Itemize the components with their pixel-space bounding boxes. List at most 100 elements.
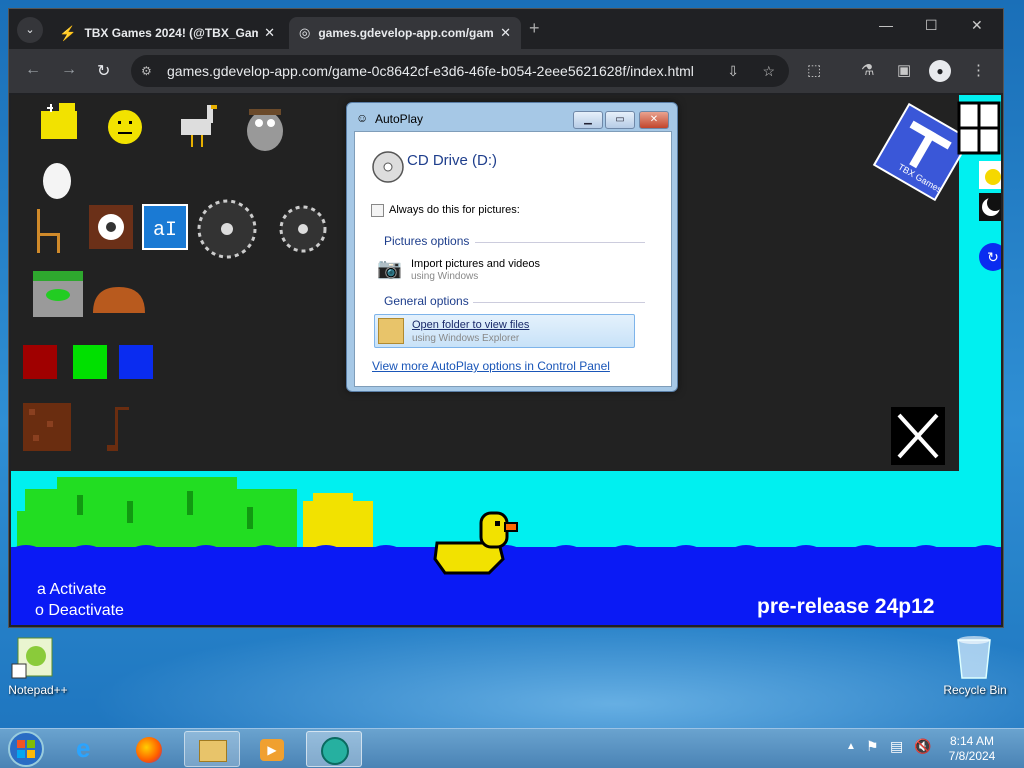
new-tab-button[interactable]: + [529, 18, 540, 39]
dialog-body: CD Drive (D:) Always do this for picture… [354, 131, 672, 387]
firefox-icon [136, 737, 162, 763]
notepad-plus-plus-label: Notepad++ [8, 683, 68, 697]
green-swatch[interactable] [73, 345, 107, 379]
install-app-icon[interactable]: ⇩ [727, 55, 739, 87]
egg-sprite[interactable] [43, 163, 71, 199]
recycle-bin-icon [957, 636, 991, 679]
activate-hint: a Activate [37, 581, 107, 598]
media-player-taskbar[interactable]: ▶ [244, 731, 300, 767]
maximize-button[interactable]: ☐ [925, 17, 938, 34]
dialog-minimize-button[interactable]: ▁ [573, 111, 603, 129]
tab-tbx-games[interactable]: ⚡ TBX Games 2024! (@TBX_Gam ✕ [49, 17, 285, 49]
always-checkbox[interactable] [371, 204, 384, 217]
close-window-button[interactable]: ✕ [971, 17, 983, 34]
site-info-icon[interactable]: ⚙ [141, 55, 152, 87]
right-toolbar: ↻ [957, 101, 1001, 271]
bread-sprite[interactable] [93, 287, 145, 313]
import-option[interactable]: 📷 Import pictures and videos using Windo… [373, 256, 663, 286]
explorer-taskbar[interactable] [184, 731, 240, 767]
text-tool-label: aI [153, 219, 177, 242]
profile-avatar[interactable]: ● [929, 60, 951, 82]
camera-icon: 📷 [377, 258, 402, 280]
internet-explorer-icon: e [76, 733, 91, 763]
tab-title: TBX Games 2024! (@TBX_Gam [84, 26, 259, 40]
music-note-sprite[interactable] [107, 407, 129, 451]
browser-toolbar: ← → ↻ ⚙ games.gdevelop-app.com/game-0c86… [9, 49, 1003, 93]
menu-kebab-icon[interactable]: ⋮ [971, 61, 986, 79]
trash-bin-sprite[interactable] [33, 271, 83, 317]
close-tab-icon[interactable]: ✕ [264, 25, 275, 41]
close-game-icon[interactable] [891, 407, 945, 465]
red-swatch[interactable] [23, 345, 57, 379]
bolt-icon: ⚡ [59, 24, 77, 41]
autoplay-icon: ☺ [356, 111, 369, 125]
action-center-flag-icon[interactable]: ⚑ [866, 738, 879, 755]
open-folder-label: Open folder to view files [412, 319, 530, 331]
general-section-label: General options [384, 294, 469, 308]
chrome-icon [321, 737, 349, 765]
reload-icon[interactable]: ↻ [97, 61, 110, 81]
owl-sprite[interactable] [247, 109, 283, 151]
import-sub-label: using Windows [411, 271, 479, 282]
globe-icon: ◎ [299, 25, 311, 40]
forward-icon[interactable]: → [61, 61, 77, 79]
deactivate-hint: o Deactivate [35, 602, 124, 619]
release-label: pre-release 24p12 [757, 595, 935, 618]
saw-blade-small-sprite[interactable] [279, 205, 327, 253]
chair-sprite[interactable] [37, 209, 60, 253]
tab-gdevelop-game[interactable]: ◎ games.gdevelop-app.com/gam ✕ [289, 17, 521, 49]
show-hidden-icons[interactable]: ▲ [846, 741, 856, 752]
url-text: games.gdevelop-app.com/game-0c8642cf-e3d… [167, 63, 694, 79]
minimize-button[interactable]: — [879, 17, 893, 33]
open-folder-option[interactable]: Open folder to view files using Windows … [374, 314, 635, 348]
chrome-taskbar[interactable] [306, 731, 362, 767]
internet-explorer-taskbar[interactable]: e [62, 731, 118, 767]
clock-date: 7/8/2024 [948, 749, 996, 763]
tab-title: games.gdevelop-app.com/gam [318, 26, 494, 40]
section-divider [475, 242, 645, 243]
grid-icon[interactable] [957, 101, 1001, 155]
network-icon[interactable]: ▤ [890, 738, 903, 755]
more-options-link[interactable]: View more AutoPlay options in Control Pa… [372, 359, 610, 373]
dialog-title: AutoPlay [375, 112, 424, 126]
tab-list-button[interactable]: ⌄ [17, 17, 43, 43]
pictures-section-label: Pictures options [384, 234, 470, 248]
recycle-bin-label: Recycle Bin [943, 683, 1007, 697]
dialog-maximize-button[interactable]: ▭ [605, 111, 635, 129]
section-divider [473, 302, 645, 303]
moon-icon[interactable] [979, 193, 1001, 221]
extensions-icon[interactable]: ⬚ [807, 61, 821, 79]
labs-flask-icon[interactable]: ⚗ [861, 61, 874, 79]
blue-swatch[interactable] [119, 345, 153, 379]
notepad-plus-plus-icon [11, 637, 53, 679]
reset-icon[interactable]: ↻ [979, 243, 1001, 271]
side-panel-icon[interactable]: ▣ [897, 61, 911, 79]
volume-muted-icon[interactable]: 🔇 [914, 738, 931, 755]
close-tab-icon[interactable]: ✕ [500, 25, 511, 41]
bookmark-star-icon[interactable]: ☆ [762, 55, 775, 87]
start-button[interactable] [4, 729, 48, 768]
duck-sprite[interactable] [41, 103, 77, 139]
player-duck[interactable] [429, 503, 519, 577]
saw-blade-sprite[interactable] [197, 199, 257, 259]
taskbar: e ▶ ▲ ⚑ ▤ 🔇 8:14 AM 7/8/2024 [0, 728, 1024, 768]
svg-text:↻: ↻ [987, 250, 999, 266]
recycle-bin-shortcut[interactable] [954, 632, 994, 680]
folder-icon [378, 318, 404, 344]
smiley-sprite[interactable] [108, 110, 142, 144]
firefox-taskbar[interactable] [122, 731, 178, 767]
address-bar[interactable]: ⚙ games.gdevelop-app.com/game-0c8642cf-e… [131, 55, 789, 87]
system-clock[interactable]: 8:14 AM 7/8/2024 [942, 734, 1002, 764]
back-icon[interactable]: ← [25, 61, 41, 79]
dialog-close-button[interactable]: ✕ [639, 111, 669, 129]
sun-icon[interactable] [979, 161, 1001, 189]
always-label: Always do this for pictures: [389, 204, 520, 216]
folder-icon [199, 740, 227, 762]
cd-drive-icon [372, 151, 404, 183]
dirt-sprite[interactable] [23, 403, 71, 451]
notepad-plus-plus-shortcut[interactable] [10, 634, 60, 680]
goose-sprite[interactable] [181, 105, 217, 147]
text-tool-sprite[interactable]: aI [142, 204, 188, 250]
media-player-icon: ▶ [260, 739, 284, 761]
speaker-sprite[interactable] [89, 205, 133, 249]
